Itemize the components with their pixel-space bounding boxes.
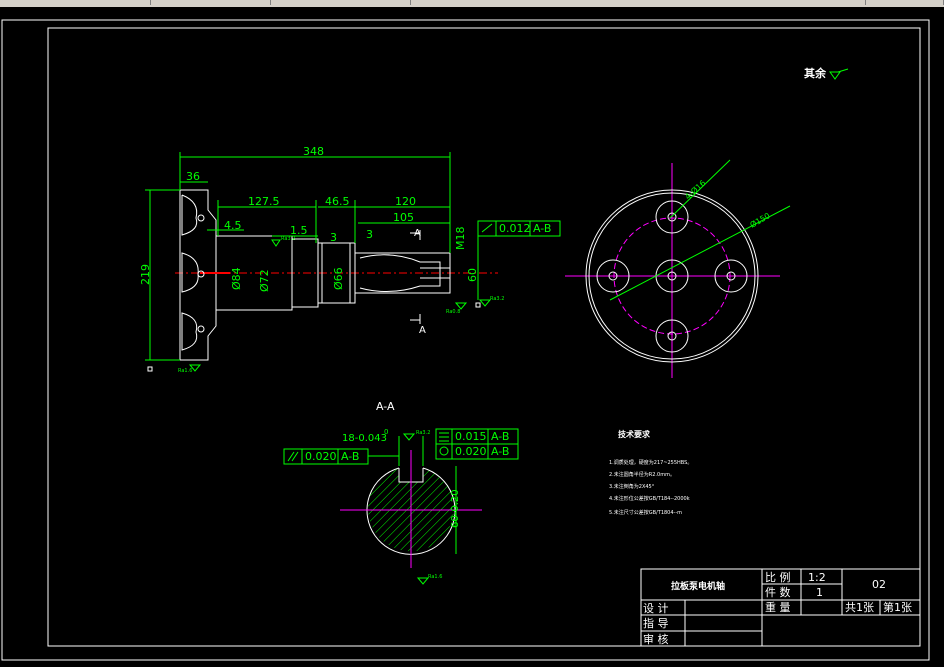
svg-text:A-B: A-B bbox=[491, 430, 509, 443]
runout-arrow-icon bbox=[481, 223, 493, 233]
tech-req-title: 技术要求 bbox=[618, 429, 651, 439]
sheet-number: 第1张 bbox=[883, 600, 912, 614]
tech-req-item: 4.未注形位公差按GB/T184--2000k bbox=[609, 495, 690, 502]
roughness-symbol-icon bbox=[271, 239, 281, 247]
toolbar-strip bbox=[0, 0, 944, 7]
roughness-symbol-icon bbox=[402, 433, 416, 441]
svg-text:0.020: 0.020 bbox=[455, 445, 487, 458]
section-mark-bottom: A bbox=[419, 325, 426, 336]
svg-text:A-B: A-B bbox=[491, 445, 509, 458]
tech-requirements: 技术要求 1.调质处理，硬度为217~255HBS。 2.未注圆角半径为R2.0… bbox=[609, 429, 692, 516]
weight-label: 重 量 bbox=[765, 600, 791, 614]
fcf-runout: 0.012 A-B bbox=[477, 220, 561, 300]
dim-46-5: 46.5 bbox=[325, 195, 350, 208]
parallel-icon bbox=[287, 451, 299, 462]
svg-text:Ra1.6: Ra1.6 bbox=[178, 368, 192, 374]
roughness-symbol-icon bbox=[416, 577, 430, 585]
toolbar-segment[interactable] bbox=[0, 0, 151, 5]
svg-text:Ra1.6: Ra1.6 bbox=[428, 574, 442, 580]
designer-label: 设 计 bbox=[643, 602, 669, 615]
flange-hole-bottom bbox=[181, 312, 198, 351]
flange-hole-top bbox=[181, 194, 198, 236]
roughness-symbol-icon bbox=[478, 299, 492, 307]
outer-frame bbox=[1, 19, 930, 661]
position-icon bbox=[439, 446, 449, 456]
dim-3-a: 3 bbox=[330, 231, 337, 244]
svg-text:A-B: A-B bbox=[533, 222, 551, 235]
qty-value: 1 bbox=[816, 586, 823, 599]
snap-marker-icon bbox=[475, 302, 481, 308]
svg-text:Ra3.2: Ra3.2 bbox=[490, 296, 504, 302]
scale-value: 1:2 bbox=[808, 571, 826, 584]
dim-overall-length: 348 bbox=[303, 145, 324, 158]
sheets-total: 共1张 bbox=[845, 601, 874, 614]
dim-dia-72: Ø72 bbox=[258, 269, 271, 292]
flange-bolt-icon bbox=[197, 325, 205, 333]
tech-req-item: 3.未注倒角为2X45° bbox=[609, 483, 655, 490]
dim-127-5: 127.5 bbox=[248, 195, 280, 208]
svg-text:Ra3.2: Ra3.2 bbox=[281, 236, 295, 242]
dim-105: 105 bbox=[393, 211, 414, 224]
dim-120: 120 bbox=[395, 195, 416, 208]
drawing-number: 02 bbox=[872, 578, 886, 591]
dim-end-60: 60 bbox=[466, 268, 479, 282]
tech-req-item: 2.未注圆角半径为R2.0mm。 bbox=[609, 471, 675, 478]
dim-dia-66: Ø66 bbox=[332, 267, 345, 290]
fcf-parallel: 0.020 A-B bbox=[283, 448, 399, 465]
title-block: 拉板泵电机轴 比 例 1:2 件 数 1 重 量 02 共1张 第1张 设 计 … bbox=[640, 568, 921, 647]
toolbar-segment[interactable] bbox=[150, 0, 271, 5]
section-cut-bottom bbox=[410, 314, 421, 324]
svg-text:0.020: 0.020 bbox=[305, 450, 337, 463]
section-title: A-A bbox=[376, 400, 395, 413]
drawing-canvas[interactable]: 其余 348 36 127.5 46.5 120 105 4.5 1.5 3 3… bbox=[0, 7, 944, 663]
svg-text:Ra3.2: Ra3.2 bbox=[416, 430, 430, 436]
flange-end-view: 4-Ø16 Ø150 bbox=[565, 159, 791, 378]
roughness-symbol-icon bbox=[829, 68, 849, 80]
dim-keyway-upper: 0 bbox=[384, 428, 388, 436]
scale-label: 比 例 bbox=[765, 570, 791, 584]
tech-req-item: 1.调质处理，硬度为217~255HBS。 bbox=[609, 459, 692, 466]
qty-label: 件 数 bbox=[765, 586, 791, 599]
svg-text:0.012: 0.012 bbox=[499, 222, 531, 235]
dim-pcd: Ø150 bbox=[748, 210, 772, 229]
dim-section-depth: 60-0.20 bbox=[450, 489, 461, 528]
snap-marker-icon bbox=[147, 366, 153, 372]
reviewer-label: 审 核 bbox=[643, 632, 669, 646]
svg-text:A-B: A-B bbox=[341, 450, 359, 463]
part-name: 拉板泵电机轴 bbox=[671, 580, 725, 592]
section-mark-top: A bbox=[414, 228, 421, 239]
symmetry-icon bbox=[439, 432, 449, 442]
tech-req-item: 5.未注尺寸公差按GB/T1804--m bbox=[609, 509, 682, 516]
fcf-symmetry: 0.015 A-B bbox=[435, 428, 519, 445]
note-pcd-holes: 4-Ø16 bbox=[683, 178, 708, 202]
dim-3-b: 3 bbox=[366, 228, 373, 241]
toolbar-segment[interactable] bbox=[865, 0, 944, 5]
fcf-position: 0.020 A-B bbox=[435, 443, 519, 460]
dim-dia-84: Ø84 bbox=[230, 267, 243, 290]
roughness-note: 其余 bbox=[804, 66, 827, 80]
dim-keyway: 18-0.043 bbox=[342, 433, 387, 444]
svg-text:0.015: 0.015 bbox=[455, 430, 487, 443]
dim-flange-thickness: 36 bbox=[186, 170, 200, 183]
svg-text:Ra0.8: Ra0.8 bbox=[446, 309, 460, 315]
inner-border bbox=[47, 27, 921, 647]
instructor-label: 指 导 bbox=[643, 616, 669, 630]
dim-thread: M18 bbox=[454, 227, 467, 251]
dim-flange-dia: 219 bbox=[139, 264, 152, 285]
toolbar-segment[interactable] bbox=[410, 0, 866, 5]
dim-4-5: 4.5 bbox=[224, 219, 242, 232]
cad-viewport[interactable]: 其余 348 36 127.5 46.5 120 105 4.5 1.5 3 3… bbox=[0, 7, 944, 663]
flange-bolt-icon bbox=[197, 214, 205, 222]
toolbar-segment[interactable] bbox=[270, 0, 411, 5]
